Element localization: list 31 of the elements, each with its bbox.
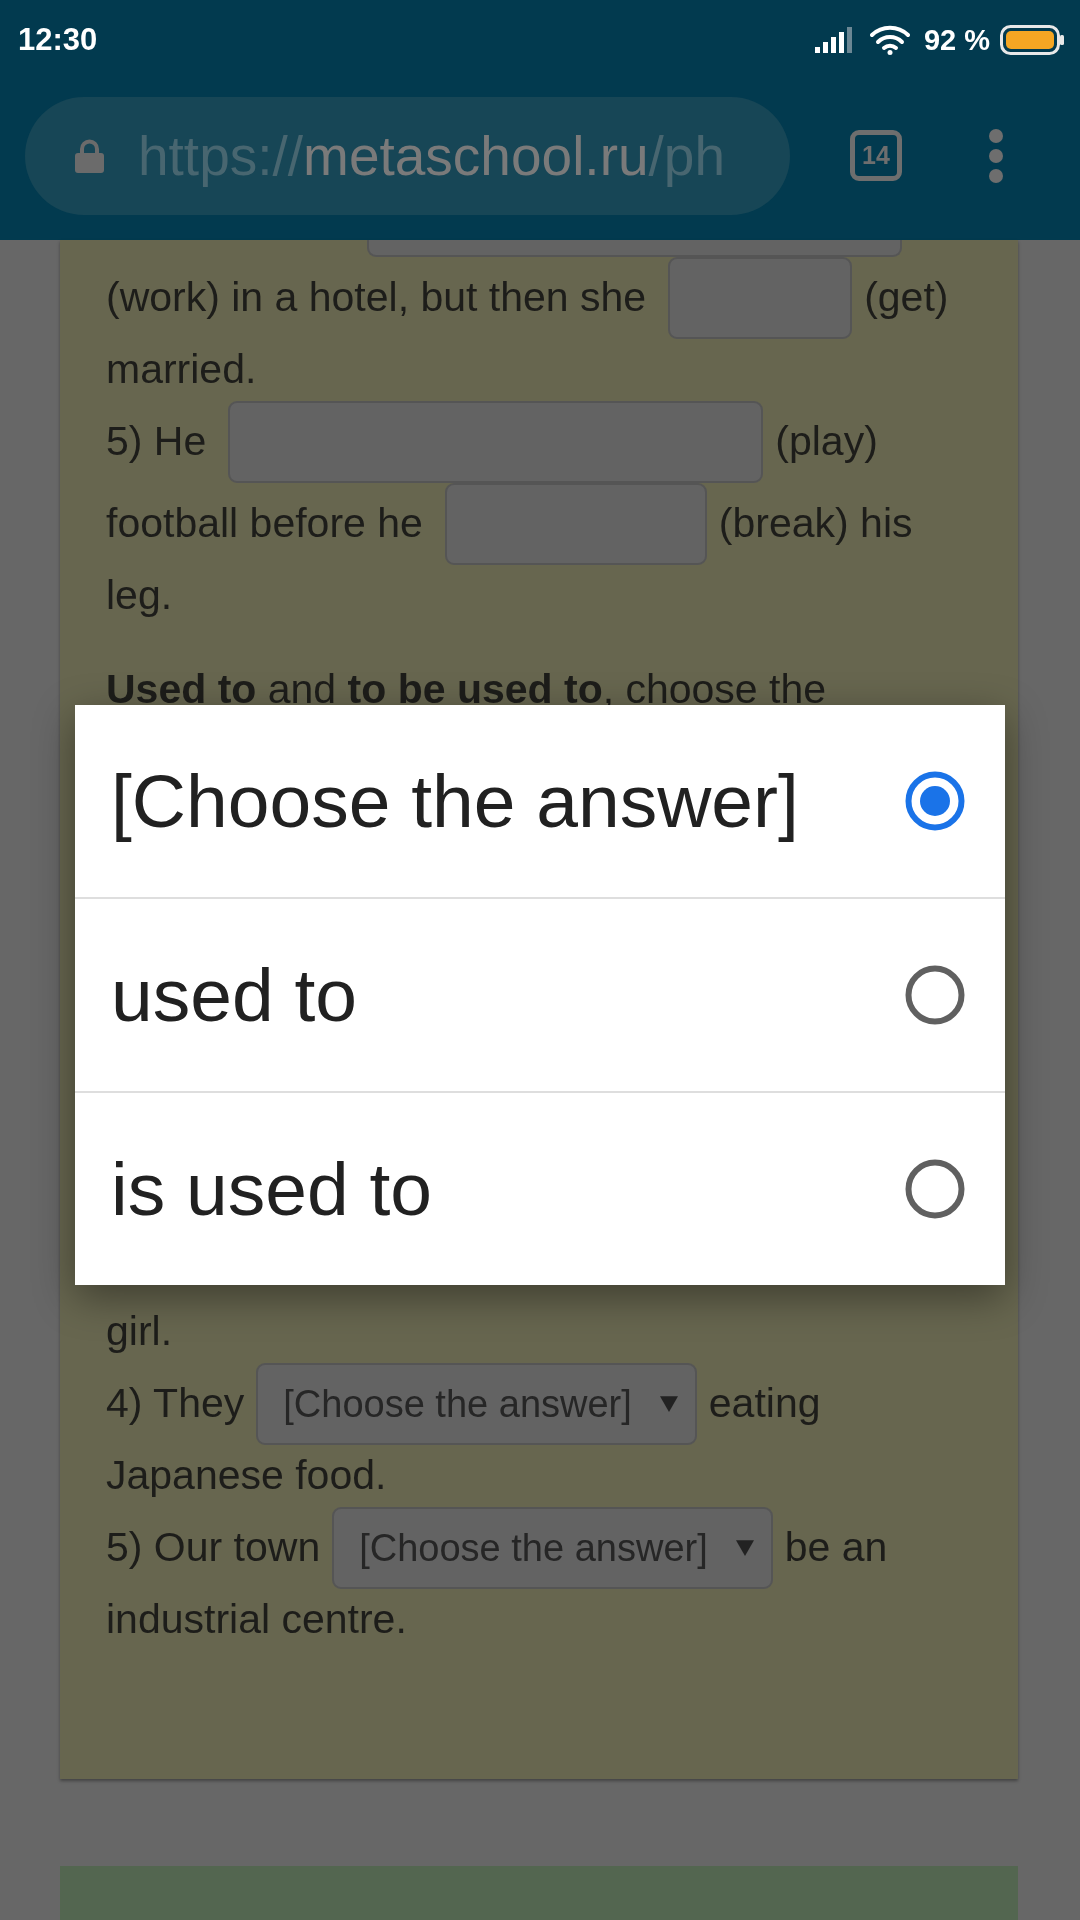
exercise-text: 4) They xyxy=(106,1379,245,1429)
exercise-text: leg. xyxy=(106,571,173,621)
answer-option[interactable]: used to xyxy=(75,899,1005,1093)
exercise-text: Japanese food. xyxy=(106,1451,387,1501)
exercise-text: eating xyxy=(708,1379,821,1429)
battery-icon xyxy=(1000,25,1064,55)
exercise-text: (play) xyxy=(775,417,878,467)
wifi-icon xyxy=(869,25,910,55)
battery-percent: 92 % xyxy=(923,23,990,57)
signal-icon xyxy=(814,27,855,53)
exercise-text: (break) his xyxy=(718,499,913,549)
answer-dropdown[interactable]: [Choose the answer] xyxy=(332,1507,773,1589)
exercise-text: (work) in a hotel, but then she xyxy=(106,273,647,323)
status-time: 12:30 xyxy=(18,22,98,58)
exercise-text: 5) Our town xyxy=(106,1523,321,1573)
exercise-text: industrial centre. xyxy=(106,1595,407,1645)
tab-count-button[interactable]: 14 xyxy=(850,130,902,181)
fill-in-field[interactable] xyxy=(367,240,902,257)
answer-option[interactable]: [Choose the answer] xyxy=(75,705,1005,899)
caret-icon xyxy=(735,1540,754,1556)
exercise-text: be an xyxy=(784,1523,888,1573)
answer-option[interactable]: is used to xyxy=(75,1093,1005,1285)
exercise-text: football before he xyxy=(106,499,423,549)
caret-icon xyxy=(659,1396,678,1412)
answer-dropdown[interactable]: [Choose the answer] xyxy=(256,1363,697,1445)
exercise-text: girl. xyxy=(106,1307,173,1357)
menu-icon[interactable] xyxy=(988,128,1004,184)
exercise-text: (get) xyxy=(864,273,949,323)
exercise-text: 5) He xyxy=(106,417,207,467)
exercise-text: married. xyxy=(106,345,257,395)
lock-icon xyxy=(74,139,105,173)
